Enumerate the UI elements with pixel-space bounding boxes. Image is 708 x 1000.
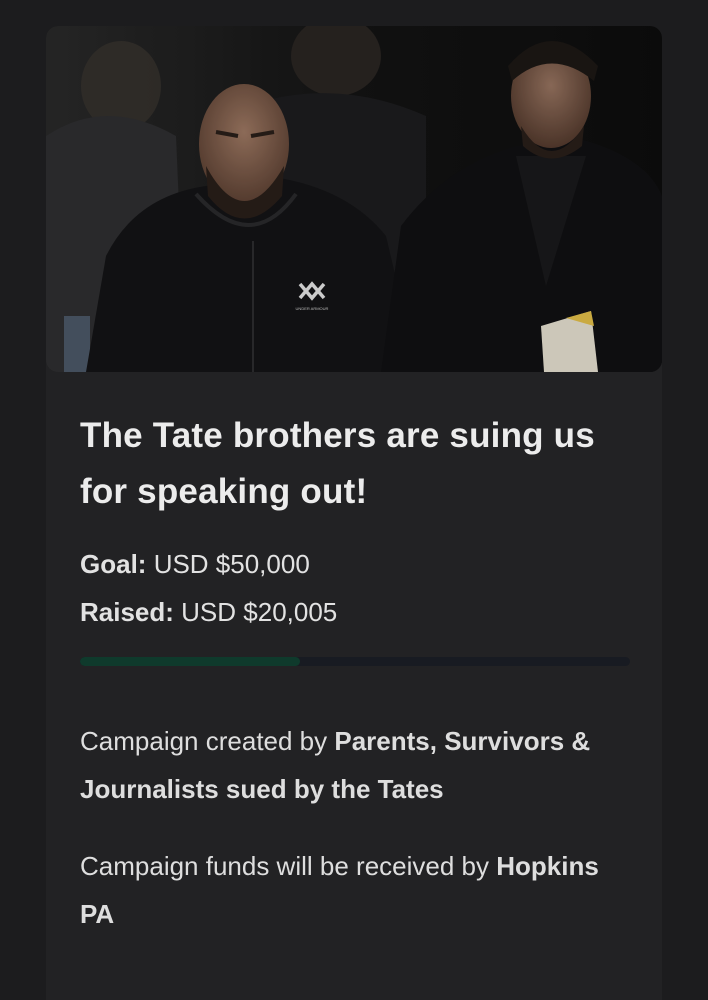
goal-label: Goal: [80,549,147,579]
campaign-funds-text: Campaign funds will be received by Hopki… [80,842,628,938]
raised-row: Raised: USD $20,005 [80,588,628,636]
goal-row: Goal: USD $50,000 [80,540,628,588]
campaign-card: UNDER ARMOUR The Tate brothers are suing… [46,26,662,1000]
raised-value: USD $20,005 [181,597,338,627]
funds-prefix: Campaign funds will be received by [80,851,497,881]
funding-progress-bar [80,657,630,666]
campaign-hero-image: UNDER ARMOUR [46,26,662,372]
goal-value: USD $50,000 [153,549,310,579]
raised-label: Raised: [80,597,174,627]
campaign-title: The Tate brothers are suing us for speak… [80,416,595,511]
funding-progress-fill [80,657,300,666]
creator-prefix: Campaign created by [80,726,335,756]
campaign-details: The Tate brothers are suing us for speak… [46,408,662,938]
campaign-creator-text: Campaign created by Parents, Survivors &… [80,717,628,813]
